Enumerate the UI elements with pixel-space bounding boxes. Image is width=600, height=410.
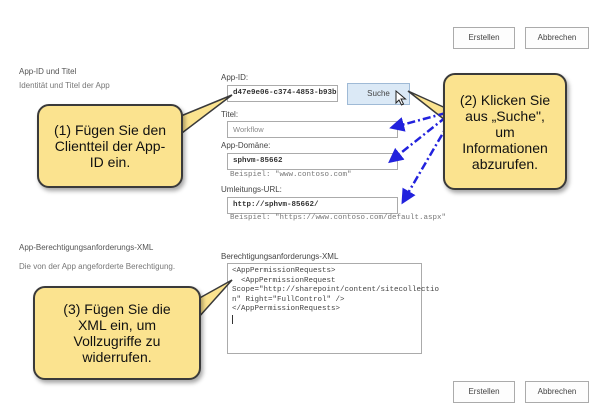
callout-3-pointer — [195, 279, 233, 320]
callout-step-1: (1) Fügen Sie den Clientteil der App-ID … — [37, 104, 183, 188]
callout-step-1-text: (1) Fügen Sie den Clientteil der App-ID … — [53, 122, 167, 170]
callout-1-pointer — [175, 94, 233, 138]
arrow-to-domain — [388, 116, 447, 164]
callout-step-2: (2) Klicken Sie aus „Suche", um Informat… — [443, 73, 567, 190]
callout-step-3: (3) Fügen Sie die XML ein, um Vollzugrif… — [33, 286, 201, 380]
callout-step-3-text: (3) Fügen Sie die XML ein, um Vollzugrif… — [63, 301, 171, 365]
callout-step-2-text: (2) Klicken Sie aus „Suche", um Informat… — [459, 91, 551, 172]
